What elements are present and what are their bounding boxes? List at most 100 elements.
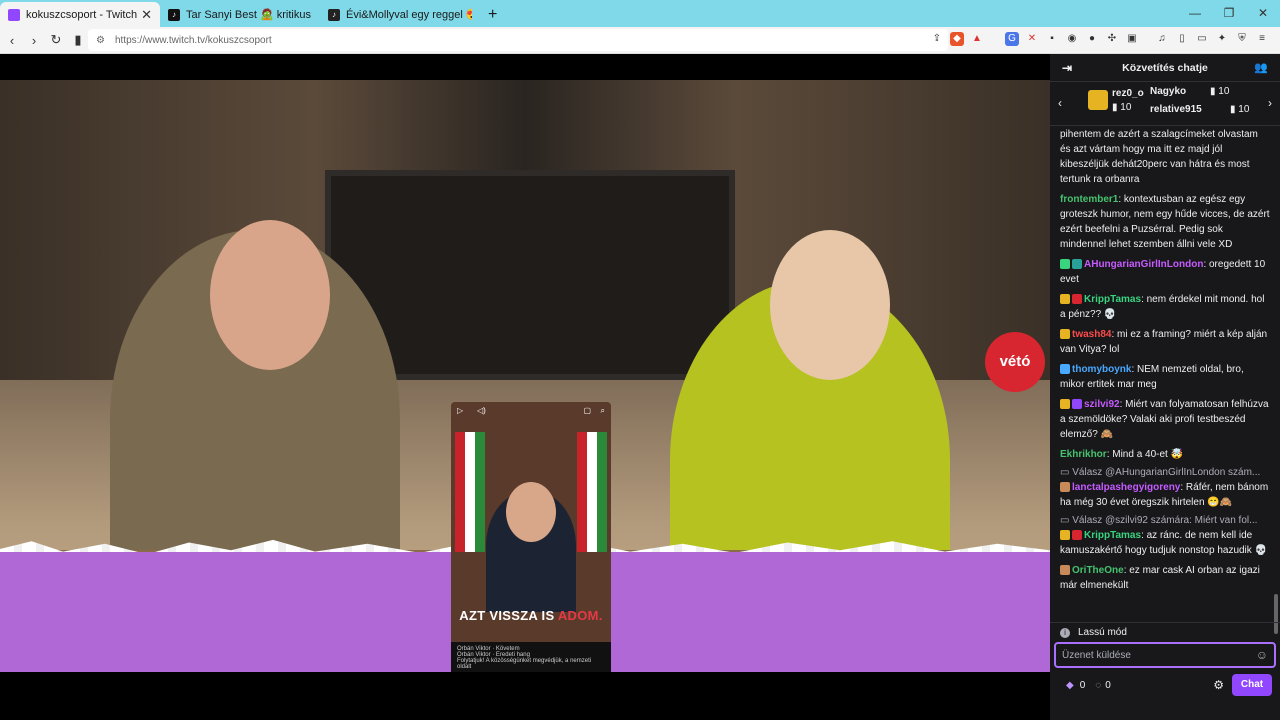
chat-panel: ⇥ Közvetítés chatje 👥 ‹ rez0_o ▮ 10 Nagy… xyxy=(1050,54,1280,720)
chat-input[interactable]: Üzenet küldése ☺ xyxy=(1054,642,1276,668)
bits-icon[interactable]: ◆ xyxy=(1066,680,1074,691)
chat-username[interactable]: Ekhrikhor xyxy=(1060,449,1107,460)
browser-actions: ♫ ▯ ▭ ✦ ⛨ ≡ xyxy=(1155,32,1269,46)
maximize-icon[interactable]: ❐ xyxy=(1212,0,1246,27)
chat-message: KrippTamas: az ránc. de nem kell ide kam… xyxy=(1060,530,1268,556)
chat-scrollbar[interactable] xyxy=(1274,154,1278,634)
chat-username[interactable]: KrippTamas xyxy=(1084,294,1141,305)
chat-messages: pihentem de azért a szalagcímeket olvast… xyxy=(1050,127,1280,617)
media-icon[interactable]: ♫ xyxy=(1155,32,1169,46)
brave-rewards-icon[interactable]: ▲ xyxy=(970,32,984,46)
chat-username[interactable]: AHungarianGirlInLondon xyxy=(1084,259,1203,270)
extension-x-icon[interactable]: ✕ xyxy=(1025,32,1039,46)
tab-title: Évi&Mollyval egy reggel 😍😂 (@m xyxy=(346,9,472,21)
brave-shield-icon[interactable]: ◆ xyxy=(950,32,964,46)
chat-username[interactable]: OriTheOne xyxy=(1072,565,1124,576)
host-left-head xyxy=(210,220,330,370)
chat-message: Ekhrikhor: Mind a 40-et 🤯 xyxy=(1060,449,1184,460)
close-tab-icon[interactable]: ✕ xyxy=(141,7,152,23)
tab-tiktok-1[interactable]: ♪ Tar Sanyi Best 🧟 kritikus 🧟 (@szop xyxy=(160,2,320,27)
puzzle-icon[interactable]: ✣ xyxy=(1105,32,1119,46)
chat-title: Közvetítés chatje xyxy=(1122,61,1208,74)
forward-icon[interactable]: › xyxy=(24,33,44,48)
menu-icon[interactable]: ≡ xyxy=(1255,32,1269,46)
close-window-icon[interactable]: ✕ xyxy=(1246,0,1280,27)
reply-context[interactable]: ▭ Válasz @AHungarianGirlInLondon szám... xyxy=(1060,467,1270,478)
chat-username[interactable]: frontember1 xyxy=(1060,194,1118,205)
clip-caption-highlight: ADOM. xyxy=(557,608,603,623)
tab-bar: kokuszcsoport - Twitch ✕ ♪ Tar Sanyi Bes… xyxy=(0,0,1280,27)
url-bar[interactable]: ⚙ https://www.twitch.tv/kokuszcsoport xyxy=(88,29,948,51)
translate-icon[interactable]: G xyxy=(1005,32,1019,46)
bookmark-icon[interactable]: ▮ xyxy=(68,32,88,48)
gift-leaderboard: ‹ rez0_o ▮ 10 Nagyko ▮ 10 relative915 ▮ … xyxy=(1050,82,1280,126)
overlay-video-clip: ▷ ◁) ▢ ⌕ AZT VISSZA IS ADOM. Orbán Vikto… xyxy=(451,402,611,672)
chat-username[interactable]: lanctalpashegyigoreny xyxy=(1072,482,1180,493)
next-icon[interactable]: › xyxy=(1268,96,1272,110)
clip-footer: Orbán Viktor · Követem Orbán Viktor · Er… xyxy=(451,642,611,672)
video-player[interactable]: vétó ▷ ◁) ▢ ⌕ AZT VISSZA IS ADOM. Orbán … xyxy=(0,54,1050,672)
info-icon: i xyxy=(1060,627,1070,638)
chat-input-placeholder: Üzenet küldése xyxy=(1062,649,1131,661)
emote-picker-icon[interactable]: ☺ xyxy=(1256,648,1268,662)
tab-twitch[interactable]: kokuszcsoport - Twitch ✕ xyxy=(0,2,160,27)
extension-icon[interactable]: ◉ xyxy=(1065,32,1079,46)
browser-toolbar: ‹ › ↻ ▮ ⚙ https://www.twitch.tv/kokuszcs… xyxy=(0,27,1280,54)
window-controls: — ❐ ✕ xyxy=(1178,0,1280,27)
flag-left xyxy=(455,432,485,552)
extension-icon[interactable]: ● xyxy=(1085,32,1099,46)
extension-icon[interactable]: ▪ xyxy=(1045,32,1059,46)
tab-tiktok-2[interactable]: ♪ Évi&Mollyval egy reggel 😍😂 (@m xyxy=(320,2,480,27)
fullscreen-icon: ▢ xyxy=(583,406,591,415)
clip-caption: AZT VISSZA IS ADOM. xyxy=(451,608,611,623)
wallet-icon[interactable]: ▭ xyxy=(1195,32,1209,46)
clip-caption-text: AZT VISSZA IS xyxy=(459,608,558,623)
slow-mode-banner: i Lassú mód xyxy=(1050,622,1280,642)
url-text: https://www.twitch.tv/kokuszcsoport xyxy=(114,34,272,46)
settings-icon[interactable]: ⚙ xyxy=(1213,678,1224,692)
extensions: G ✕ ▪ ◉ ● ✣ ▣ xyxy=(1005,32,1139,46)
channel-points-icon[interactable]: ◌ xyxy=(1095,680,1101,691)
chat-message: twash84: mi ez a framing? miért a kép al… xyxy=(1060,329,1268,355)
back-icon[interactable]: ‹ xyxy=(2,33,22,48)
vpn-icon[interactable]: ⛨ xyxy=(1235,32,1249,46)
badge-icon xyxy=(1072,530,1082,541)
badge-icon xyxy=(1060,399,1070,410)
chat-username[interactable]: thomyboynk xyxy=(1072,364,1131,375)
reload-icon[interactable]: ↻ xyxy=(46,32,66,48)
minimize-icon[interactable]: — xyxy=(1178,0,1212,27)
leader-name: relative915 xyxy=(1150,104,1202,115)
tiktok-icon: ♪ xyxy=(168,8,180,21)
send-chat-button[interactable]: Chat xyxy=(1232,674,1272,696)
leo-icon[interactable]: ✦ xyxy=(1215,32,1229,46)
collapse-chat-icon[interactable]: ⇥ xyxy=(1062,61,1072,75)
reply-context[interactable]: ▭ Válasz @szilvi92 számára: Miért van fo… xyxy=(1060,515,1270,526)
new-tab-button[interactable]: + xyxy=(480,2,505,27)
chat-message: frontember1: kontextusban az egész egy g… xyxy=(1060,194,1270,250)
chat-username[interactable]: twash84 xyxy=(1072,329,1111,340)
site-info-icon[interactable]: ⚙ xyxy=(96,35,105,46)
tab-title: kokuszcsoport - Twitch xyxy=(26,8,138,21)
speaker-head xyxy=(506,482,556,542)
chat-username[interactable]: KrippTamas xyxy=(1084,530,1141,541)
tiktok-icon: ♪ xyxy=(328,8,340,21)
chat-header: ⇥ Közvetítés chatje 👥 xyxy=(1050,54,1280,82)
badge-icon xyxy=(1060,259,1070,270)
chat-message: OriTheOne: ez mar cask AI orban az igazi… xyxy=(1060,565,1260,591)
sidebar-icon[interactable]: ▯ xyxy=(1175,32,1189,46)
flag-right xyxy=(577,432,607,552)
badge-icon xyxy=(1072,259,1082,270)
chat-message: thomyboynk: NEM nemzeti oldal, bro, miko… xyxy=(1060,364,1244,390)
volume-icon: ◁) xyxy=(477,406,486,415)
share-icon[interactable]: ⇪ xyxy=(930,32,944,46)
gift-icon xyxy=(1088,90,1108,110)
points-count: 0 xyxy=(1105,679,1111,691)
tab-title: Tar Sanyi Best 🧟 kritikus 🧟 (@szop xyxy=(186,9,312,21)
users-icon[interactable]: 👥 xyxy=(1254,61,1268,74)
chat-message: szilvi92: Miért van folyamatosan felhúzv… xyxy=(1060,399,1269,440)
leader-name: Nagyko xyxy=(1150,86,1187,97)
extension-icon[interactable]: ▣ xyxy=(1125,32,1139,46)
leader-name: rez0_o xyxy=(1112,88,1144,99)
chat-username[interactable]: szilvi92 xyxy=(1084,399,1120,410)
prev-icon[interactable]: ‹ xyxy=(1058,96,1062,110)
